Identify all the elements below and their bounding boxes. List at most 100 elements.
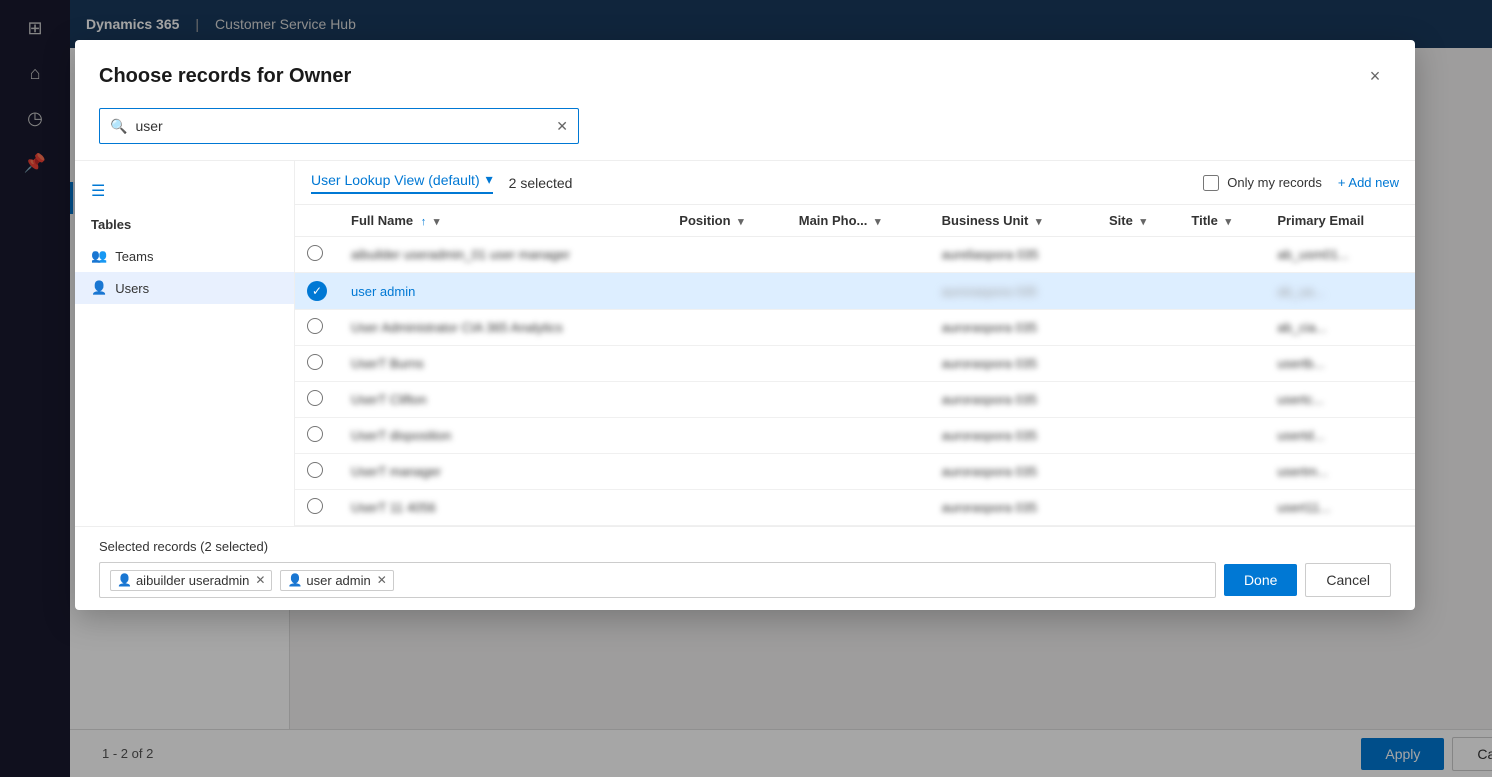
table-row[interactable]: UserT dispositionauroraspora 035usertd..… — [295, 418, 1415, 454]
row-site — [1097, 454, 1179, 490]
row-radio-btn[interactable] — [307, 318, 323, 334]
blurred-name: UserT 11 4056 — [351, 500, 436, 515]
row-position — [667, 310, 786, 346]
bu-filter-icon: ▾ — [1036, 216, 1042, 228]
table-row[interactable]: UserT Clifton auroraspora 035 usertc... — [295, 382, 1415, 418]
search-input[interactable] — [135, 118, 548, 134]
row-select-cell[interactable] — [295, 310, 339, 346]
row-main_phone — [787, 310, 930, 346]
blurred-name: UserT disposition — [351, 428, 451, 443]
row-full-name[interactable]: user admin — [339, 273, 667, 310]
blurred-name: User Administrator CIA 365 Analytics — [351, 320, 563, 335]
row-primary-email: usertc... — [1265, 382, 1415, 418]
row-title — [1179, 418, 1265, 454]
row-select-cell[interactable] — [295, 346, 339, 382]
row-main_phone — [787, 382, 930, 418]
search-container: 🔍 ✕ — [75, 92, 1415, 160]
row-radio-btn[interactable] — [307, 426, 323, 442]
row-radio-btn[interactable] — [307, 354, 323, 370]
row-name-link[interactable]: user admin — [351, 284, 415, 299]
col-title[interactable]: Title ▾ — [1179, 205, 1265, 237]
col-full-name[interactable]: Full Name ↑ ▾ — [339, 205, 667, 237]
table-row[interactable]: UserT Burnsauroraspora 035usertb... — [295, 346, 1415, 382]
col-business-unit[interactable]: Business Unit ▾ — [930, 205, 1097, 237]
view-selector[interactable]: User Lookup View (default) ▾ — [311, 171, 493, 194]
row-business-unit: auroraspora 035 — [930, 454, 1097, 490]
blurred-name: UserT Burns — [351, 356, 424, 371]
row-radio-btn[interactable] — [307, 245, 323, 261]
row-primary-email: usertd... — [1265, 418, 1415, 454]
row-select-cell[interactable] — [295, 237, 339, 273]
tables-label: Tables — [75, 209, 294, 240]
row-select-cell[interactable]: ✓ — [295, 273, 339, 310]
row-full-name: UserT Burns — [339, 346, 667, 382]
only-my-records-checkbox[interactable] — [1203, 175, 1219, 191]
row-title — [1179, 346, 1265, 382]
tag-remove-icon[interactable]: ✕ — [255, 573, 265, 587]
table-row[interactable]: UserT 11 4056auroraspora 035usert11... — [295, 490, 1415, 526]
row-title — [1179, 237, 1265, 273]
view-label: User Lookup View (default) — [311, 172, 480, 188]
row-radio-btn[interactable] — [307, 462, 323, 478]
row-position — [667, 418, 786, 454]
row-business-unit: aureliaspora 035 — [930, 237, 1097, 273]
row-site — [1097, 382, 1179, 418]
modal-sidebar: ☰ Tables 👥 Teams 👤 Users — [75, 161, 295, 526]
table-row[interactable]: ✓user adminauroraspora 035ab_ua... — [295, 273, 1415, 310]
table-row[interactable]: User Administrator CIA 365 Analyticsauro… — [295, 310, 1415, 346]
sidebar-item-users[interactable]: 👤 Users — [75, 272, 294, 304]
add-new-button[interactable]: + Add new — [1338, 175, 1399, 190]
row-site — [1097, 310, 1179, 346]
row-main_phone — [787, 346, 930, 382]
row-radio-btn[interactable] — [307, 390, 323, 406]
sidebar-item-teams[interactable]: 👥 Teams — [75, 240, 294, 272]
row-title — [1179, 490, 1265, 526]
title-filter-icon: ▾ — [1225, 216, 1231, 228]
sidebar-toggle-icon[interactable]: ☰ — [91, 181, 105, 201]
row-select-cell[interactable] — [295, 490, 339, 526]
row-select-cell[interactable] — [295, 454, 339, 490]
col-position[interactable]: Position ▾ — [667, 205, 786, 237]
table-row[interactable]: aibuilder useradmin_01 user manager aurel… — [295, 237, 1415, 273]
tag-user-icon: 👤 — [287, 573, 302, 587]
selected-tags-input[interactable]: 👤 aibuilder useradmin ✕ 👤 user admin ✕ — [99, 562, 1216, 598]
view-chevron-icon: ▾ — [486, 171, 493, 188]
table-header-row: Full Name ↑ ▾ Position ▾ Main Pho... ▾ — [295, 205, 1415, 237]
full-name-filter-icon: ▾ — [434, 216, 440, 228]
row-primary-email: usertb... — [1265, 346, 1415, 382]
row-position — [667, 454, 786, 490]
col-main-phone[interactable]: Main Pho... ▾ — [787, 205, 930, 237]
row-title — [1179, 454, 1265, 490]
blurred-name: UserT Clifton — [351, 392, 427, 407]
row-full-name: UserT manager — [339, 454, 667, 490]
modal-sidebar-header: ☰ — [75, 173, 294, 209]
records-table: Full Name ↑ ▾ Position ▾ Main Pho... ▾ — [295, 205, 1415, 526]
selected-tags-row: 👤 aibuilder useradmin ✕ 👤 user admin ✕ D… — [99, 562, 1391, 598]
row-primary-email: usertm... — [1265, 454, 1415, 490]
row-select-cell[interactable] — [295, 382, 339, 418]
phone-filter-icon: ▾ — [875, 216, 881, 228]
teams-label: Teams — [115, 249, 153, 264]
choose-records-modal: Choose records for Owner × 🔍 ✕ ☰ Tables … — [75, 40, 1415, 610]
users-icon: 👤 — [91, 280, 107, 296]
row-business-unit: auroraspora 035 — [930, 382, 1097, 418]
row-primary-email: usert11... — [1265, 490, 1415, 526]
row-title — [1179, 382, 1265, 418]
search-box: 🔍 ✕ — [99, 108, 579, 144]
table-row[interactable]: UserT manager auroraspora 035 usertm... — [295, 454, 1415, 490]
table-container: Full Name ↑ ▾ Position ▾ Main Pho... ▾ — [295, 205, 1415, 526]
row-select-cell[interactable] — [295, 418, 339, 454]
search-clear-icon[interactable]: ✕ — [556, 118, 568, 135]
teams-icon: 👥 — [91, 248, 107, 264]
row-check-icon[interactable]: ✓ — [307, 281, 327, 301]
cancel-modal-button[interactable]: Cancel — [1305, 563, 1391, 597]
row-primary-email: ab_cia... — [1265, 310, 1415, 346]
only-my-records-label[interactable]: Only my records — [1203, 175, 1322, 191]
tag-remove-icon[interactable]: ✕ — [377, 573, 387, 587]
row-radio-btn[interactable] — [307, 498, 323, 514]
col-site[interactable]: Site ▾ — [1097, 205, 1179, 237]
blurred-name: aibuilder useradmin_01 user manager — [351, 247, 570, 262]
row-main_phone — [787, 418, 930, 454]
done-button[interactable]: Done — [1224, 564, 1297, 596]
modal-close-button[interactable]: × — [1359, 60, 1391, 92]
